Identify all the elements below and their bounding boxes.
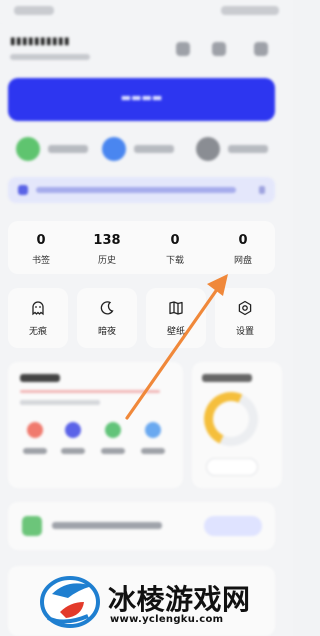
feature-item-1[interactable] (20, 422, 50, 462)
header-icon-3[interactable] (254, 42, 268, 56)
watermark-logo (40, 576, 100, 628)
stat-cloud-drive-value: 0 (238, 233, 248, 248)
social-icon-3 (196, 137, 220, 161)
stat-downloads-value: 0 (170, 233, 180, 248)
user-subtitle-blurred (10, 54, 90, 60)
chevron-right-icon (259, 186, 265, 194)
stat-bookmarks-value: 0 (36, 233, 46, 248)
social-login-3[interactable] (196, 137, 276, 161)
tool-settings-label: 设置 (235, 327, 254, 337)
tool-night-mode[interactable]: 暗夜 (77, 288, 137, 348)
user-name-blurred: ▮▮▮▮▮▮▮▮▮▮ (10, 36, 71, 47)
gear-icon (238, 300, 252, 316)
storage-gauge (196, 384, 266, 454)
status-left-placeholder (14, 6, 54, 15)
feature-panel-title-blurred (20, 374, 60, 382)
login-button-label-blurred: ▬▬▬▬ (120, 91, 163, 104)
stat-bookmarks[interactable]: 0 书签 (8, 221, 74, 274)
notice-bar[interactable] (8, 177, 275, 203)
social-login-2[interactable] (102, 137, 186, 161)
tool-wallpaper[interactable]: 壁纸 (146, 288, 206, 348)
feature-item-4[interactable] (138, 422, 168, 462)
tool-settings[interactable]: 设置 (215, 288, 275, 348)
feature-item-3-icon (105, 422, 121, 438)
social-login-1[interactable] (16, 137, 96, 161)
ghost-icon (32, 301, 44, 316)
feature-panel-progress (20, 390, 160, 393)
feature-item-2[interactable] (58, 422, 88, 462)
feature-item-2-label (61, 448, 85, 454)
feature-panel[interactable] (8, 362, 183, 488)
app-screen: ▮▮▮▮▮▮▮▮▮▮ ▬▬▬▬ 0 书签 138 历史 0 下载 0 网盘 无痕… (0, 0, 293, 636)
stat-history[interactable]: 138 历史 (74, 221, 140, 274)
feature-item-3[interactable] (98, 422, 128, 462)
social-icon-1 (16, 137, 40, 161)
notice-text-blurred (36, 187, 236, 193)
tool-wallpaper-label: 壁纸 (166, 327, 185, 337)
promo-banner[interactable] (8, 502, 275, 550)
watermark-title: 冰棱游戏网 (108, 583, 251, 616)
notice-icon (18, 185, 28, 195)
tool-night-mode-label: 暗夜 (97, 327, 116, 337)
social-label-1 (48, 145, 88, 153)
tool-incognito-label: 无痕 (28, 327, 47, 337)
header-icon-2[interactable] (212, 42, 226, 56)
stat-downloads-label: 下载 (165, 256, 184, 266)
feature-item-1-icon (27, 422, 43, 438)
user-header[interactable]: ▮▮▮▮▮▮▮▮▮▮ (0, 32, 293, 68)
status-bar (0, 0, 293, 22)
feature-item-2-icon (65, 422, 81, 438)
stat-history-label: 历史 (97, 256, 116, 266)
status-right-placeholder (221, 6, 279, 15)
feature-item-4-icon (145, 422, 161, 438)
promo-text-blurred (52, 522, 162, 529)
moon-icon (100, 301, 114, 315)
stat-bookmarks-label: 书签 (31, 256, 50, 266)
feature-panel-subtitle-blurred (20, 400, 100, 405)
promo-action-button[interactable] (204, 516, 262, 536)
stat-downloads[interactable]: 0 下载 (142, 221, 208, 274)
watermark-url: www.yclengku.com (110, 614, 224, 625)
storage-panel[interactable] (192, 362, 282, 488)
book-icon (169, 301, 183, 315)
social-label-2 (134, 145, 174, 153)
stat-history-value: 138 (93, 233, 121, 248)
social-label-3 (228, 145, 268, 153)
header-icon-1[interactable] (176, 42, 190, 56)
storage-panel-title-blurred (202, 374, 252, 382)
storage-button[interactable] (206, 458, 258, 476)
stat-cloud-drive[interactable]: 0 网盘 (210, 221, 276, 274)
feature-item-1-label (23, 448, 47, 454)
tool-incognito[interactable]: 无痕 (8, 288, 68, 348)
stat-cloud-drive-label: 网盘 (233, 256, 252, 266)
feature-item-4-label (141, 448, 165, 454)
login-button[interactable]: ▬▬▬▬ (8, 78, 275, 121)
social-icon-2 (102, 137, 126, 161)
promo-icon (22, 516, 42, 536)
stats-card: 0 书签 138 历史 0 下载 0 网盘 (8, 221, 275, 274)
feature-item-3-label (101, 448, 125, 454)
